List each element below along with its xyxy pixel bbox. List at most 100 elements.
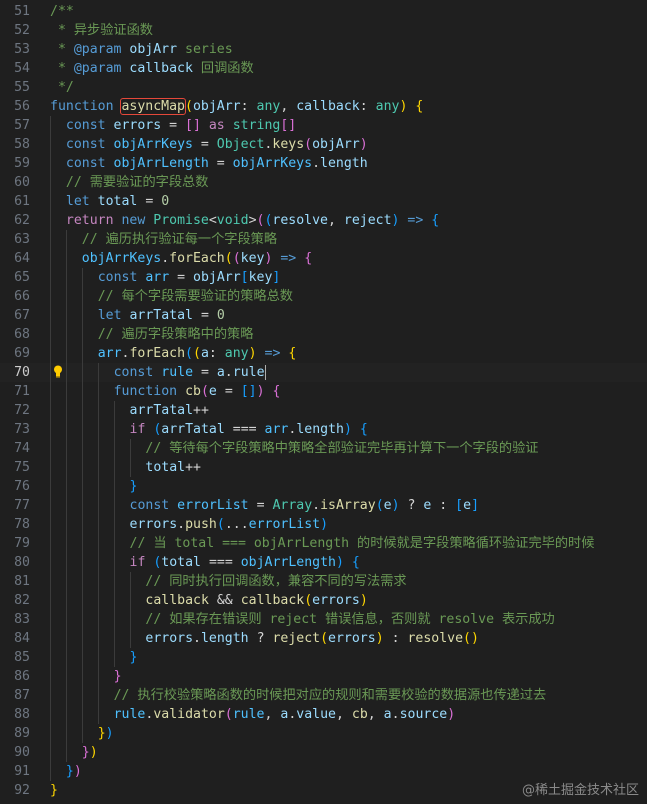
code-line[interactable]: 54 * @param callback 回调函数	[0, 59, 647, 78]
indent-guide	[50, 268, 51, 287]
code-line[interactable]: 79 // 当 total === objArrLength 的时候就是字段策略循…	[0, 534, 647, 553]
code-line[interactable]: 65 const arr = objArr[key]	[0, 268, 647, 287]
code-line[interactable]: 53 * @param objArr series	[0, 40, 647, 59]
code-token: ,	[264, 707, 281, 722]
code-token: .	[193, 631, 201, 646]
code-line[interactable]: 80 if (total === objArrLength) {	[0, 553, 647, 572]
code-token: errors	[113, 118, 162, 133]
line-number: 82	[14, 593, 30, 608]
code-line[interactable]: 58 const objArrKeys = Object.keys(objArr)	[0, 135, 647, 154]
code-token: =	[193, 365, 217, 380]
indent-guide	[50, 116, 51, 135]
line-number: 74	[14, 441, 30, 456]
code-line[interactable]: 90})	[0, 743, 647, 762]
code-token: >	[248, 213, 257, 228]
code-line[interactable]: 51 /**	[0, 2, 647, 21]
code-line[interactable]: 62 return new Promise<void>((resolve, rej…	[0, 211, 647, 230]
code-token: const	[65, 118, 106, 133]
code-line[interactable]: 82 callback && callback(errors)	[0, 591, 647, 610]
code-line[interactable]: 64 objArrKeys.forEach((key) => {	[0, 249, 647, 268]
code-line[interactable]: 60 // 需要验证的字段总数	[0, 173, 647, 192]
indent-guide	[81, 724, 83, 743]
code-token: // 遍历字段策略中的策略	[97, 327, 254, 342]
code-text: // 需要验证的字段总数	[66, 173, 209, 192]
code-token: )	[73, 764, 82, 779]
code-token: if	[129, 555, 146, 570]
code-text: function cb(e = []) {	[114, 382, 281, 401]
code-text: // 当 total === objArrLength 的时候就是字段策略循环验…	[130, 534, 595, 553]
code-token: &&	[208, 593, 241, 608]
code-line[interactable]: 66 // 每个字段需要验证的策略总数	[0, 287, 647, 306]
code-line[interactable]: 71 function cb(e = []) {	[0, 382, 647, 401]
code-line[interactable]: 87 // 执行校验策略函数的时候把对应的规则和需要校验的数据源也传递过去	[0, 686, 647, 705]
indent-guide	[113, 496, 115, 515]
code-lines[interactable]: 51/** 52 * 异步验证函数 53 * @param objArr serie…	[0, 2, 647, 800]
code-line[interactable]: 76}	[0, 477, 647, 496]
code-line[interactable]: 75 total++	[0, 458, 647, 477]
code-text: * 异步验证函数	[50, 21, 153, 40]
indent-guide	[81, 686, 83, 705]
code-line[interactable]: 86}	[0, 667, 647, 686]
indent-guide	[129, 591, 131, 610]
code-line[interactable]: 81 // 同时执行回调函数，兼容不同的写法需求	[0, 572, 647, 591]
code-line[interactable]: 61 let total = 0	[0, 192, 647, 211]
indent-guide	[97, 610, 99, 629]
indent-guide	[113, 515, 115, 534]
code-token: let	[65, 194, 90, 209]
lightbulb-icon[interactable]	[53, 365, 63, 378]
code-line[interactable]: 77 const errorList = Array.isArray(e) ? e…	[0, 496, 647, 515]
indent-guide	[50, 610, 51, 629]
code-line[interactable]: 83 // 如果存在错误则 reject 错误信息，否则就 resolve 表示成…	[0, 610, 647, 629]
indent-guide	[65, 705, 67, 724]
indent-guide	[97, 534, 99, 553]
code-token: errorList	[177, 498, 249, 513]
code-editor[interactable]: 51/** 52 * 异步验证函数 53 * @param objArr serie…	[0, 0, 647, 804]
code-line[interactable]: 89})	[0, 724, 647, 743]
code-line[interactable]: 88 rule.validator(rule, a.value, cb, a.so…	[0, 705, 647, 724]
line-number: 79	[14, 536, 30, 551]
code-token: :	[208, 346, 225, 361]
line-number: 77	[14, 498, 30, 513]
code-line[interactable]: 56 function asyncMap(objArr: any, callbac…	[0, 97, 647, 116]
code-token: return	[65, 213, 114, 228]
code-token: key	[240, 251, 265, 266]
code-token: /**	[50, 4, 74, 19]
code-line[interactable]: 63 // 遍历执行验证每一个字段策略	[0, 230, 647, 249]
code-text: arr.forEach((a: any) => {	[98, 344, 297, 363]
indent-guide	[50, 306, 51, 325]
line-number: 58	[14, 137, 30, 152]
code-line[interactable]: 57 const errors = [] as string[]	[0, 116, 647, 135]
code-token: ...	[224, 517, 249, 532]
code-line[interactable]: 52 * 异步验证函数	[0, 21, 647, 40]
code-token: )	[256, 384, 265, 399]
code-token: .	[177, 517, 186, 532]
code-token: errors	[129, 517, 178, 532]
code-line[interactable]: 68 // 遍历字段策略中的策略	[0, 325, 647, 344]
code-line[interactable]: 84 errors.length ? reject(errors) : resol…	[0, 629, 647, 648]
code-token: // 每个字段需要验证的策略总数	[97, 289, 293, 304]
code-line[interactable]: 55 */	[0, 78, 647, 97]
code-line[interactable]: 73 if (arrTatal === arr.length) {	[0, 420, 647, 439]
code-token: objArrKeys	[113, 137, 193, 152]
indent-guide	[50, 553, 51, 572]
code-token: 0	[216, 308, 225, 323]
line-number: 54	[14, 61, 30, 76]
line-number: 67	[14, 308, 30, 323]
code-token: callback	[145, 593, 209, 608]
code-line[interactable]: 67 let arrTatal = 0	[0, 306, 647, 325]
code-line[interactable]: 72 arrTatal++	[0, 401, 647, 420]
code-text: * @param callback 回调函数	[50, 59, 254, 78]
code-line[interactable]: 74 // 等待每个字段策略中策略全部验证完毕再计算下一个字段的验证	[0, 439, 647, 458]
code-line[interactable]: 59 const objArrLength = objArrKeys.length	[0, 154, 647, 173]
code-line[interactable]: 85}	[0, 648, 647, 667]
code-line[interactable]: 70 const rule = a.rule	[0, 363, 647, 382]
indent-guide	[50, 344, 51, 363]
line-number: 80	[14, 555, 30, 570]
code-token: =	[137, 194, 162, 209]
code-token: const	[65, 156, 106, 171]
code-line[interactable]: 69 arr.forEach((a: any) => {	[0, 344, 647, 363]
code-line[interactable]: 78 errors.push(...errorList)	[0, 515, 647, 534]
code-token: const	[97, 270, 138, 285]
indent-guide	[65, 610, 67, 629]
